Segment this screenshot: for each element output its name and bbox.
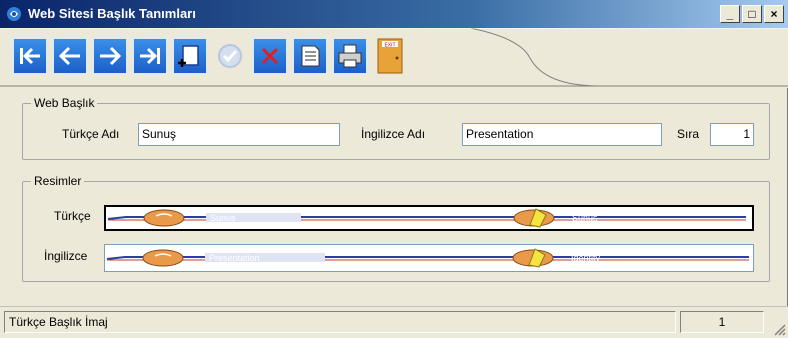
- ingilizce-banner-right-text: Identity: [571, 253, 601, 263]
- ingilizce-adi-label: İngilizce Adı: [361, 127, 426, 141]
- close-button[interactable]: ×: [764, 5, 784, 23]
- last-record-icon: [140, 47, 160, 65]
- ingilizce-image-label: İngilizce: [44, 249, 88, 263]
- window-title: Web Sitesi Başlık Tanımları: [28, 6, 196, 21]
- turkce-adi-field[interactable]: Sunuş: [138, 123, 340, 146]
- web-baslik-legend: Web Başlık: [34, 96, 95, 110]
- ingilizce-banner-image: Presentation Identity: [106, 248, 749, 268]
- turkce-image-label: Türkçe: [54, 209, 91, 223]
- arrow-right-icon: [100, 46, 122, 66]
- ingilizce-image-field[interactable]: Presentation Identity: [104, 244, 754, 272]
- sira-label: Sıra: [677, 127, 700, 141]
- new-record-button[interactable]: [172, 37, 208, 75]
- toolbar: EXIT: [0, 28, 788, 88]
- first-record-button[interactable]: [12, 37, 48, 75]
- minimize-button[interactable]: _: [720, 5, 740, 23]
- turkce-banner-right-text: Sunuş: [572, 213, 598, 223]
- exit-button[interactable]: EXIT: [372, 37, 408, 75]
- turkce-adi-label: Türkçe Adı: [62, 127, 120, 141]
- save-button[interactable]: [212, 37, 248, 75]
- status-record-number: 1: [680, 311, 764, 333]
- printer-icon: [338, 44, 362, 68]
- app-icon: [7, 7, 21, 21]
- exit-door-icon: EXIT: [377, 38, 403, 74]
- turkce-banner-image: Sunuş Sunuş: [107, 208, 746, 228]
- maximize-button[interactable]: □: [742, 5, 762, 23]
- title-bar[interactable]: Web Sitesi Başlık Tanımları _ □ ×: [0, 0, 788, 28]
- next-button[interactable]: [92, 37, 128, 75]
- resize-grip-icon[interactable]: [772, 322, 786, 336]
- turkce-banner-left-text: Sunuş: [210, 213, 236, 223]
- ingilizce-adi-field[interactable]: Presentation: [462, 123, 662, 146]
- status-text: Türkçe Başlık İmaj: [4, 311, 676, 333]
- arrow-left-icon: [58, 46, 80, 66]
- report-icon: [301, 45, 320, 67]
- sira-field[interactable]: 1: [710, 123, 754, 146]
- turkce-image-field[interactable]: Sunuş Sunuş: [104, 205, 754, 231]
- last-record-button[interactable]: [132, 37, 168, 75]
- main-window: Web Sitesi Başlık Tanımları _ □ × EXIT W…: [0, 0, 788, 338]
- resimler-legend: Resimler: [34, 174, 82, 188]
- report-button[interactable]: [292, 37, 328, 75]
- delete-icon: [261, 47, 279, 65]
- check-icon: [218, 44, 242, 68]
- first-record-icon: [20, 47, 40, 65]
- ingilizce-banner-left-text: Presentation: [209, 253, 260, 263]
- status-bar: Türkçe Başlık İmaj 1: [0, 306, 788, 338]
- previous-button[interactable]: [52, 37, 88, 75]
- delete-button[interactable]: [252, 37, 288, 75]
- print-button[interactable]: [332, 37, 368, 75]
- new-document-icon: [178, 45, 199, 67]
- exit-sign-text: EXIT: [384, 43, 395, 49]
